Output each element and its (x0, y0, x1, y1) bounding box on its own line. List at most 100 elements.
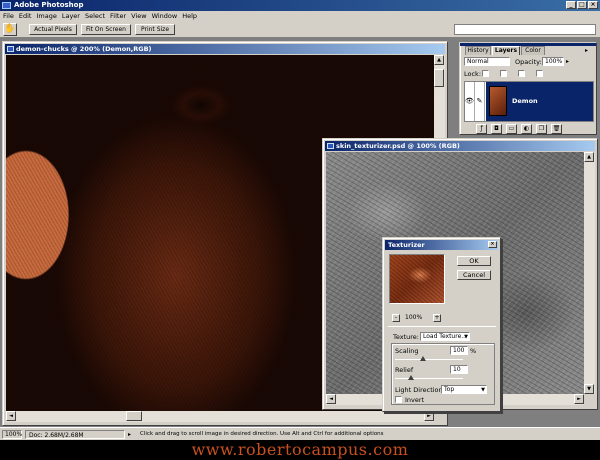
scaling-unit: % (470, 347, 477, 355)
lock-transparency-checkbox[interactable] (482, 70, 489, 77)
layer-mask-icon[interactable]: ◘ (491, 124, 502, 134)
layers-palette: History Layers Color ▸ Normal Opacity: 1… (459, 42, 597, 135)
status-hint: Click and drag to scroll image in desire… (140, 431, 384, 437)
scaling-slider-track[interactable] (395, 359, 463, 360)
menu-view[interactable]: View (131, 11, 146, 21)
cancel-button[interactable]: Cancel (457, 270, 491, 280)
site-footer-url: www.robertocampus.com (0, 440, 600, 460)
layer-thumbnail (489, 86, 507, 116)
divider (388, 326, 496, 327)
status-arrow-icon[interactable]: ▸ (128, 430, 134, 439)
texture-preview[interactable] (390, 255, 444, 303)
opacity-label: Opacity: (515, 58, 542, 66)
h-scroll-thumb[interactable] (126, 411, 142, 421)
relief-slider-track[interactable] (395, 378, 463, 379)
brush-icon: ✎ (475, 82, 485, 121)
scroll-thumb[interactable] (434, 69, 444, 87)
trash-icon[interactable]: 🗑 (551, 124, 562, 134)
relief-field[interactable]: 10 (450, 365, 468, 374)
tab-layers[interactable]: Layers (492, 46, 520, 55)
skin-vertical-scrollbar[interactable]: ▲ ▼ (584, 152, 595, 394)
scroll-right-icon[interactable]: ► (574, 394, 584, 404)
scroll-left-icon[interactable]: ◄ (6, 411, 16, 421)
app-title: Adobe Photoshop (14, 1, 84, 9)
layer-row-demon[interactable]: Demon (486, 82, 593, 121)
texture-select-value: Load Texture... (423, 333, 467, 340)
light-direction-label: Light Direction: (395, 386, 445, 394)
document-icon (7, 46, 14, 52)
texturizer-titlebar[interactable]: Texturizer × (385, 240, 498, 250)
invert-checkbox[interactable] (395, 396, 402, 403)
blend-mode-value: Normal (467, 58, 489, 65)
preview-zoom-value: 100% (405, 314, 423, 321)
menu-help[interactable]: Help (182, 11, 197, 21)
tab-history[interactable]: History (465, 46, 491, 55)
dialog-close-icon[interactable]: × (488, 241, 497, 248)
opacity-arrow-icon[interactable]: ▸ (566, 58, 569, 65)
options-bar: ✋ Actual Pixels Fit On Screen Print Size (0, 21, 600, 38)
lock-image-checkbox[interactable] (500, 70, 507, 77)
status-bar: 100% Doc: 2.68M/2.68M ▸ Click and drag t… (0, 427, 600, 440)
chevron-down-icon: ▼ (481, 387, 485, 393)
tab-color[interactable]: Color (521, 46, 545, 55)
minimize-button[interactable]: _ (566, 1, 576, 9)
layer-style-icon[interactable]: ƒ (476, 124, 487, 134)
zoom-out-button[interactable]: - (392, 314, 400, 322)
scaling-slider-thumb[interactable] (420, 356, 426, 361)
scaling-field[interactable]: 100 (450, 346, 468, 355)
layers-list: 👁 ✎ Demon (464, 81, 594, 122)
scroll-down-icon[interactable]: ▼ (584, 384, 594, 394)
menu-image[interactable]: Image (36, 11, 56, 21)
relief-label: Relief (395, 366, 414, 374)
demon-window-titlebar[interactable]: demon-chucks @ 200% (Demon,RGB) (5, 44, 445, 54)
adjustment-layer-icon[interactable]: ◐ (521, 124, 532, 134)
menu-bar: File Edit Image Layer Select Filter View… (0, 11, 600, 21)
palette-well (454, 24, 596, 35)
print-size-button[interactable]: Print Size (135, 24, 175, 35)
new-layer-icon[interactable]: ❐ (536, 124, 547, 134)
doc-size[interactable]: Doc: 2.68M/2.68M (25, 430, 125, 439)
skin-window-titlebar[interactable]: skin_texturizer.psd @ 100% (RGB) (325, 141, 595, 151)
layer-set-icon[interactable]: ▭ (506, 124, 517, 134)
texturizer-title: Texturizer (388, 241, 425, 249)
layer-buttons-row: ƒ ◘ ▭ ◐ ❐ 🗑 (476, 124, 594, 134)
skin-window-title: skin_texturizer.psd @ 100% (RGB) (336, 142, 460, 150)
eye-visibility-icon[interactable]: 👁 (465, 82, 475, 121)
opacity-field[interactable]: 100% (542, 57, 564, 66)
zoom-in-button[interactable]: + (433, 314, 441, 322)
demon-horizontal-scrollbar[interactable]: ◄ ► (6, 411, 434, 422)
relief-slider-thumb[interactable] (408, 375, 414, 380)
texturizer-dialog: Texturizer × OK Cancel - 100% + Texture:… (382, 237, 501, 412)
layer-name: Demon (512, 97, 538, 105)
scroll-up-icon[interactable]: ▲ (434, 55, 444, 65)
ok-button[interactable]: OK (457, 256, 491, 266)
document-icon (327, 143, 334, 149)
photoshop-app: Adobe Photoshop _ □ × File Edit Image La… (0, 0, 600, 440)
blend-mode-select[interactable]: Normal (464, 57, 510, 66)
scroll-left-icon[interactable]: ◄ (326, 394, 336, 404)
menu-select[interactable]: Select (85, 11, 105, 21)
photoshop-icon (2, 2, 11, 9)
scroll-right-icon[interactable]: ► (424, 411, 434, 421)
chevron-down-icon: ▼ (464, 334, 468, 340)
fit-on-screen-button[interactable]: Fit On Screen (81, 24, 131, 35)
close-button[interactable]: × (588, 1, 598, 9)
menu-filter[interactable]: Filter (110, 11, 126, 21)
app-titlebar: Adobe Photoshop _ □ × (0, 0, 600, 11)
scaling-label: Scaling (395, 347, 419, 355)
palette-menu-arrow-icon[interactable]: ▸ (585, 47, 588, 54)
lock-position-checkbox[interactable] (518, 70, 525, 77)
texture-select[interactable]: Load Texture... ▼ (420, 332, 470, 341)
menu-layer[interactable]: Layer (62, 11, 80, 21)
texture-label: Texture: (393, 333, 419, 341)
menu-file[interactable]: File (3, 11, 14, 21)
scroll-up-icon[interactable]: ▲ (584, 152, 594, 162)
menu-window[interactable]: Window (152, 11, 178, 21)
lock-all-checkbox[interactable] (536, 70, 543, 77)
zoom-level[interactable]: 100% (2, 430, 22, 439)
actual-pixels-button[interactable]: Actual Pixels (29, 24, 77, 35)
menu-edit[interactable]: Edit (19, 11, 32, 21)
light-direction-select[interactable]: Top ▼ (441, 385, 487, 394)
hand-tool-icon[interactable]: ✋ (3, 23, 17, 36)
maximize-button[interactable]: □ (577, 1, 587, 9)
